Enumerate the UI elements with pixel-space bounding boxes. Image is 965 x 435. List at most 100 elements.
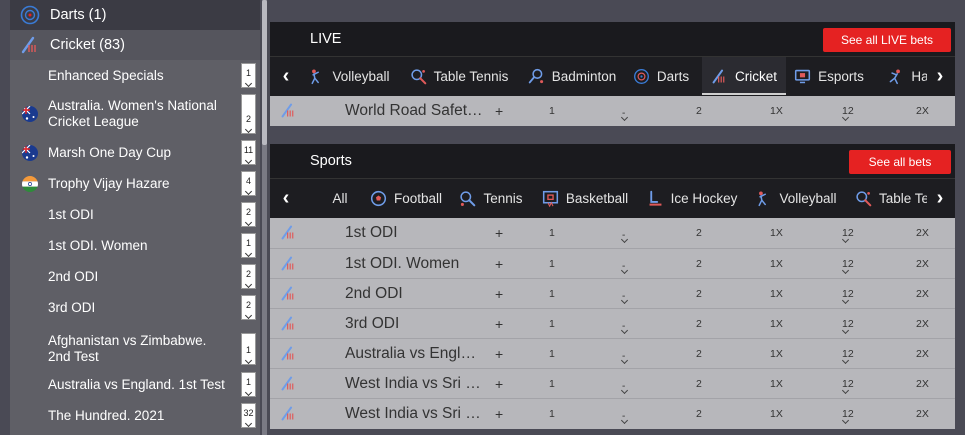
tab-all[interactable]: All: [326, 179, 354, 217]
sidebar-league-item[interactable]: 3rd ODI 2: [10, 292, 260, 323]
sidebar-league-item[interactable]: Enhanced Specials 1: [10, 60, 260, 91]
league-count-badge[interactable]: 2: [241, 202, 256, 227]
odds-cell[interactable]: 2: [696, 258, 702, 270]
tab-basketball[interactable]: Basketball: [538, 179, 632, 217]
sidebar-league-item[interactable]: Afghanistan vs Zimbabwe. 2nd Test 1: [10, 330, 260, 368]
odds-cell[interactable]: 2X: [916, 105, 929, 117]
tab-table-tennis[interactable]: Table Tennis: [404, 57, 514, 95]
event-name[interactable]: Australia vs Engl…: [345, 345, 483, 363]
sidebar-scrollbar-thumb[interactable]: [262, 0, 267, 145]
event-name[interactable]: World Road Safet…: [345, 102, 483, 120]
sidebar-league-item[interactable]: 2nd ODI 2: [10, 261, 260, 292]
tab-football[interactable]: Football: [366, 179, 446, 217]
event-row[interactable]: 3rd ODI +1-2 1X 12 2X: [270, 308, 955, 339]
odds-cell[interactable]: 1X: [770, 408, 783, 420]
tab-badminton[interactable]: Badminton: [523, 57, 621, 95]
see-all-bets-button[interactable]: See all bets: [849, 150, 951, 174]
odds-cell[interactable]: 2X: [916, 227, 929, 239]
tab-volleyball[interactable]: Volleyball: [750, 179, 842, 217]
event-row[interactable]: West India vs Sri … +1-2 1X 12 2X: [270, 368, 955, 399]
chevron-left-icon[interactable]: ‹: [273, 179, 299, 217]
odds-cell[interactable]: 1: [549, 227, 555, 239]
odds-cell[interactable]: 1: [549, 408, 555, 420]
sidebar-category-cricket[interactable]: Cricket (83): [10, 30, 260, 60]
odds-cell[interactable]: 1: [549, 348, 555, 360]
odds-cell[interactable]: 2: [696, 378, 702, 390]
sidebar-league-item[interactable]: Australia vs England. 1st Test 1: [10, 369, 260, 400]
league-count-badge[interactable]: 2: [241, 264, 256, 289]
event-row[interactable]: World Road Safet… +1-2 1X 12 2X: [270, 96, 955, 126]
league-count-badge[interactable]: 1: [241, 372, 256, 397]
odds-cell[interactable]: 1X: [770, 288, 783, 300]
see-all-live-bets-button[interactable]: See all LIVE bets: [823, 28, 951, 52]
tab-esports[interactable]: Esports: [792, 57, 866, 95]
tab-ice-hockey[interactable]: Ice Hockey: [642, 179, 742, 217]
odds-cell[interactable]: 1X: [770, 318, 783, 330]
tab-tennis[interactable]: Tennis: [456, 179, 526, 217]
event-name[interactable]: West India vs Sri …: [345, 405, 483, 423]
sidebar-category-darts[interactable]: Darts (1): [10, 0, 260, 30]
odds-cell[interactable]: 2X: [916, 378, 929, 390]
sidebar-league-item[interactable]: Trophy Vijay Hazare 4: [10, 168, 260, 199]
odds-cell[interactable]: 1: [549, 288, 555, 300]
odds-cell[interactable]: 1X: [770, 378, 783, 390]
chevron-right-icon[interactable]: ›: [927, 179, 953, 217]
league-count-badge[interactable]: 1: [241, 63, 256, 88]
chevron-left-icon[interactable]: ‹: [273, 57, 299, 95]
chevron-right-icon[interactable]: ›: [927, 57, 953, 95]
event-name[interactable]: 1st ODI: [345, 224, 483, 242]
more-markets-button[interactable]: +: [495, 256, 503, 272]
odds-cell[interactable]: 1X: [770, 348, 783, 360]
odds-cell[interactable]: 2: [696, 318, 702, 330]
odds-cell[interactable]: 2: [696, 227, 702, 239]
odds-cell[interactable]: 2: [696, 348, 702, 360]
odds-cell[interactable]: 1: [549, 318, 555, 330]
tab-darts[interactable]: Darts: [629, 57, 693, 95]
league-count-badge[interactable]: 1: [241, 333, 256, 365]
event-name[interactable]: 3rd ODI: [345, 315, 483, 333]
more-markets-button[interactable]: +: [495, 406, 503, 422]
league-count-badge[interactable]: 2: [241, 94, 256, 134]
event-row[interactable]: 2nd ODI +1-2 1X 12 2X: [270, 278, 955, 309]
league-count-badge[interactable]: 4: [241, 171, 256, 196]
sidebar-league-item[interactable]: Marsh One Day Cup 11: [10, 137, 260, 168]
event-name[interactable]: 1st ODI. Women: [345, 255, 483, 273]
odds-cell[interactable]: 1X: [770, 105, 783, 117]
tab-cricket[interactable]: Cricket: [702, 57, 786, 95]
tab-table-te[interactable]: Table Te: [852, 179, 932, 217]
odds-cell[interactable]: 1: [549, 105, 555, 117]
odds-cell[interactable]: 2: [696, 408, 702, 420]
league-count-badge[interactable]: 2: [241, 295, 256, 320]
league-count-badge[interactable]: 1: [241, 233, 256, 258]
tab-volleyball[interactable]: Volleyball: [304, 57, 394, 95]
odds-cell[interactable]: 2X: [916, 258, 929, 270]
odds-cell[interactable]: 2X: [916, 408, 929, 420]
league-count-badge[interactable]: 32: [241, 403, 256, 428]
more-markets-button[interactable]: +: [495, 316, 503, 332]
more-markets-button[interactable]: +: [495, 376, 503, 392]
more-markets-button[interactable]: +: [495, 346, 503, 362]
sidebar-league-item[interactable]: The Hundred. 2021 32: [10, 400, 260, 431]
odds-cell[interactable]: 2X: [916, 348, 929, 360]
event-row[interactable]: 1st ODI. Women +1-2 1X 12 2X: [270, 248, 955, 279]
league-count-badge[interactable]: 11: [241, 140, 256, 165]
event-name[interactable]: 2nd ODI: [345, 285, 483, 303]
more-markets-button[interactable]: +: [495, 103, 503, 119]
odds-cell[interactable]: 2: [696, 105, 702, 117]
odds-cell[interactable]: 1: [549, 378, 555, 390]
event-row[interactable]: Australia vs Engl… +1-2 1X 12 2X: [270, 338, 955, 369]
odds-cell[interactable]: 2X: [916, 318, 929, 330]
odds-cell[interactable]: 2: [696, 288, 702, 300]
odds-cell[interactable]: 1X: [770, 258, 783, 270]
more-markets-button[interactable]: +: [495, 286, 503, 302]
sidebar-league-item[interactable]: 1st ODI. Women 1: [10, 230, 260, 261]
sidebar-league-item[interactable]: 1st ODI 2: [10, 199, 260, 230]
odds-cell[interactable]: 1X: [770, 227, 783, 239]
sidebar-league-item[interactable]: Australia. Women's National Cricket Leag…: [10, 91, 260, 137]
odds-cell[interactable]: 2X: [916, 288, 929, 300]
event-name[interactable]: West India vs Sri …: [345, 375, 483, 393]
more-markets-button[interactable]: +: [495, 225, 503, 241]
odds-cell[interactable]: 1: [549, 258, 555, 270]
event-row[interactable]: 1st ODI +1-2 1X 12 2X: [270, 218, 955, 248]
event-row[interactable]: West India vs Sri … +1-2 1X 12 2X: [270, 398, 955, 429]
